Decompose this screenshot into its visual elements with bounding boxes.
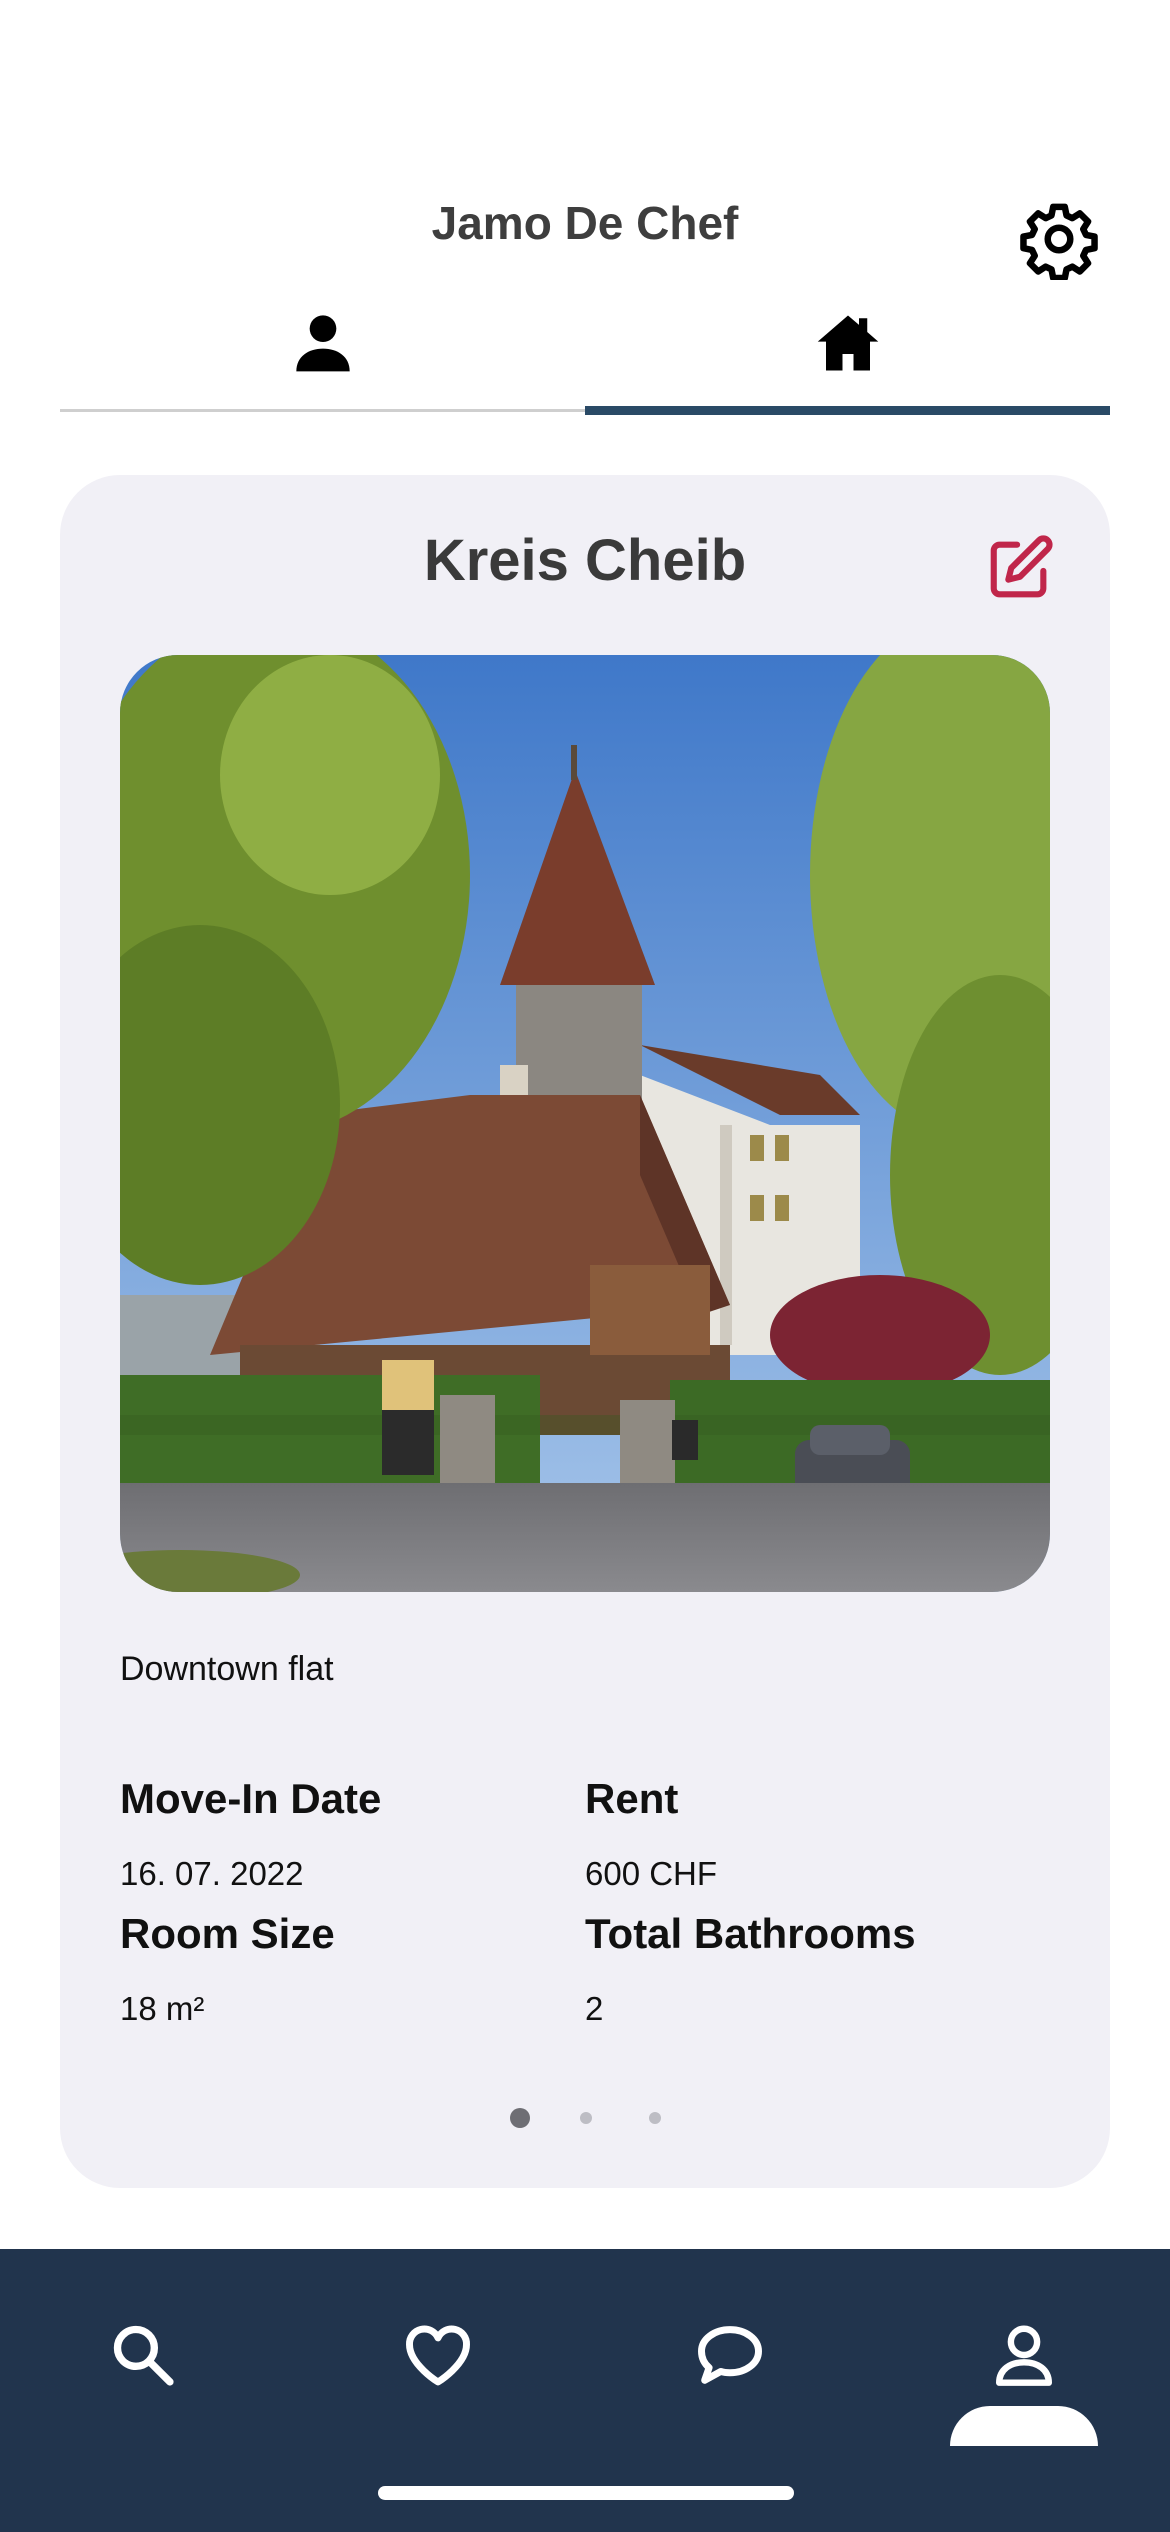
home-indicator[interactable]	[378, 2486, 794, 2500]
nav-profile[interactable]	[974, 2305, 1074, 2405]
profile-icon	[996, 2325, 1052, 2386]
page-title: Jamo De Chef	[431, 197, 739, 249]
move-in-label: Move-In Date	[120, 1775, 382, 1822]
tab-home[interactable]	[585, 300, 1110, 416]
page-dot[interactable]	[648, 2112, 661, 2124]
listing-card: Kreis Cheib Downtown flat Move-In Date 1…	[60, 475, 1110, 2188]
active-tab-indicator	[585, 406, 1110, 415]
rent-label: Rent	[585, 1775, 679, 1822]
chat-icon	[698, 2326, 762, 2384]
house-photo	[120, 655, 1050, 1592]
edit-icon	[990, 535, 1053, 598]
pagination-dots	[60, 2108, 1110, 2128]
bathrooms-value: 2	[585, 1990, 604, 2027]
nav-search[interactable]	[93, 2305, 193, 2405]
gear-icon	[1020, 203, 1098, 282]
profile-tabs	[60, 300, 1110, 416]
home-icon	[817, 315, 878, 371]
room-size-value: 18 m²	[120, 1990, 205, 2027]
room-size-label: Room Size	[120, 1910, 335, 1957]
nav-messages[interactable]	[680, 2305, 780, 2405]
move-in-value: 16. 07. 2022	[120, 1855, 304, 1892]
rent-value: 600 CHF	[585, 1855, 718, 1892]
heart-icon	[406, 2325, 470, 2386]
person-icon	[295, 315, 350, 372]
nav-favorites[interactable]	[388, 2305, 488, 2405]
listing-description: Downtown flat	[120, 1650, 334, 1688]
page-dot-active[interactable]	[509, 2108, 530, 2128]
tab-person[interactable]	[60, 300, 585, 416]
listing-photo[interactable]	[120, 655, 1050, 1592]
search-icon	[113, 2325, 174, 2386]
active-nav-indicator	[950, 2406, 1098, 2446]
tab-divider	[60, 409, 585, 412]
page-dot[interactable]	[579, 2112, 592, 2124]
bathrooms-label: Total Bathrooms	[585, 1910, 916, 1957]
listing-title: Kreis Cheib	[423, 528, 747, 593]
edit-button[interactable]	[985, 533, 1055, 603]
settings-button[interactable]	[1018, 198, 1100, 282]
